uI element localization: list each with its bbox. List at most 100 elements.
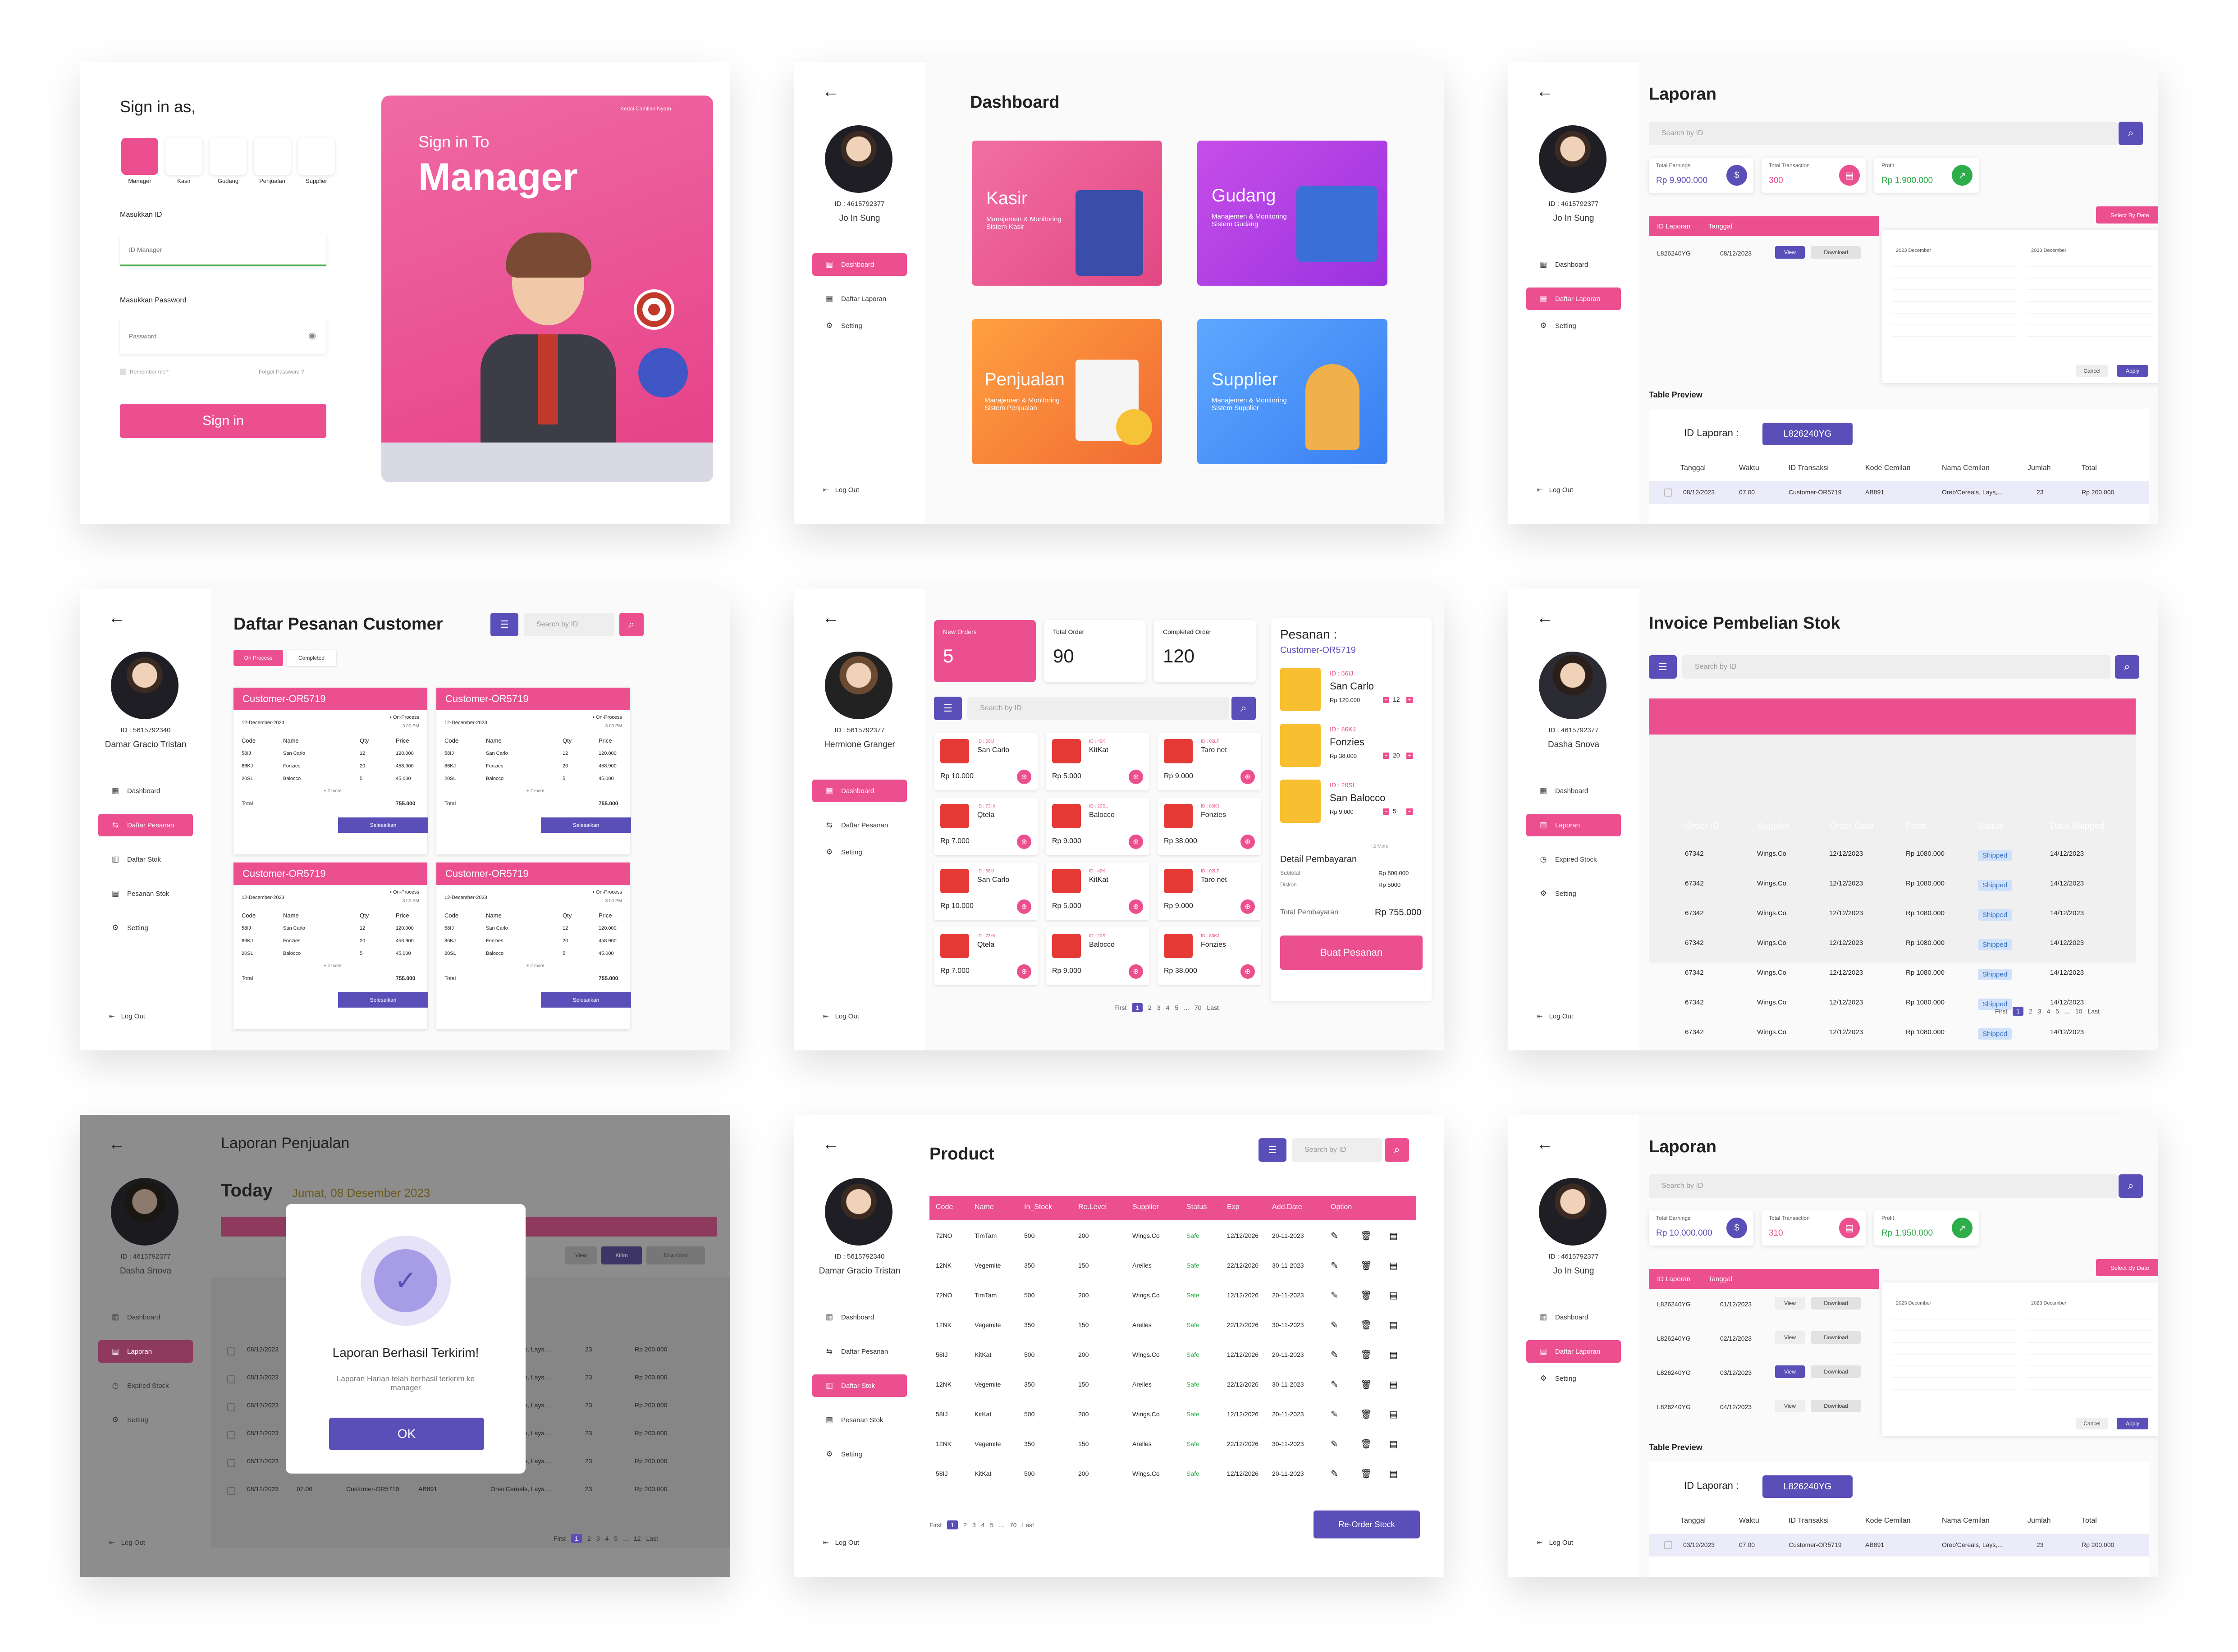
download-button[interactable]: Download xyxy=(1811,1331,1861,1344)
logout-button[interactable]: ⇤ Log Out xyxy=(109,1538,145,1547)
sidebar-item-expired-stock[interactable]: ◷ Expired Stock xyxy=(1526,848,1621,871)
page-3[interactable]: 3 xyxy=(596,1535,600,1542)
table-row[interactable]: 03/12/2023 07.00 Customer-OR5719 AB891 O… xyxy=(1649,1534,2149,1556)
apply-button[interactable]: Apply xyxy=(2117,1418,2148,1429)
page-2[interactable]: 2 xyxy=(963,1521,967,1529)
cart-icon[interactable]: ⊕ xyxy=(1017,770,1031,784)
sidebar-item-daftar-stok[interactable]: ▥ Daftar Stok xyxy=(98,848,193,871)
page-5[interactable]: 5 xyxy=(1175,1004,1178,1011)
page-1[interactable]: 1 xyxy=(947,1520,958,1529)
trash-icon[interactable]: 🗑 xyxy=(1360,1290,1372,1301)
back-arrow-icon[interactable]: ← xyxy=(822,82,839,101)
sidebar-item-dashboard[interactable]: ▦ Dashboard xyxy=(98,1306,193,1328)
pagination[interactable]: First 1 2 3 4 5... 10 Last xyxy=(1995,1007,2100,1016)
page-last[interactable]: Last xyxy=(1207,1004,1218,1011)
cart-icon[interactable]: ⊕ xyxy=(1240,899,1255,914)
back-arrow-icon[interactable]: ← xyxy=(822,1135,839,1154)
search-icon[interactable]: ⌕ xyxy=(2115,655,2139,679)
document-icon[interactable]: ▤ xyxy=(1389,1409,1398,1420)
calendar-grid-left[interactable] xyxy=(1891,1315,2018,1401)
trash-icon[interactable]: 🗑 xyxy=(1360,1349,1372,1360)
sidebar-item-dashboard[interactable]: ▦ Dashboard xyxy=(1526,1306,1621,1328)
logout-button[interactable]: ⇤ Log Out xyxy=(1537,486,1573,494)
minus-icon[interactable]: − xyxy=(1383,697,1389,703)
page-1[interactable]: 1 xyxy=(2013,1007,2024,1016)
date-picker[interactable]: 2023 December 2023 December Cancel Apply xyxy=(1882,1282,2158,1436)
sidebar-item-setting[interactable]: ⚙ Setting xyxy=(98,917,193,939)
page-3[interactable]: 3 xyxy=(972,1521,976,1529)
page-12[interactable]: 12 xyxy=(634,1535,641,1542)
sidebar-item-dashboard[interactable]: ▦ Dashboard xyxy=(1526,780,1621,802)
document-icon[interactable]: ▤ xyxy=(1389,1468,1398,1479)
apply-button[interactable]: Apply xyxy=(2117,365,2148,377)
role-kasir[interactable]: Kasir xyxy=(164,138,204,184)
back-arrow-icon[interactable]: ← xyxy=(108,1135,125,1154)
product-card[interactable]: ID : 86KJ Fonzies Rp 38.000 ⊕ xyxy=(1158,927,1261,985)
row-checkbox[interactable] xyxy=(1664,488,1672,497)
sidebar-item-pesanan-stok[interactable]: ▤ Pesanan Stok xyxy=(98,882,193,905)
back-arrow-icon[interactable]: ← xyxy=(108,608,125,628)
search-icon[interactable]: ⌕ xyxy=(1231,697,1256,720)
plus-icon[interactable]: + xyxy=(1406,808,1413,815)
sidebar-item-dashboard[interactable]: ▦ Dashboard xyxy=(812,1306,907,1328)
sidebar-item-setting[interactable]: ⚙ Setting xyxy=(1526,1367,1621,1390)
row-checkbox[interactable] xyxy=(227,1487,235,1495)
view-button[interactable]: View xyxy=(565,1246,597,1264)
edit-icon[interactable]: ✎ xyxy=(1331,1260,1338,1271)
filter-icon[interactable]: ☰ xyxy=(1259,1138,1286,1162)
sidebar-item-daftar-laporan[interactable]: ▤ Daftar Laporan xyxy=(1526,288,1621,310)
search-input[interactable]: Search by ID xyxy=(967,697,1229,720)
page-first[interactable]: First xyxy=(1995,1008,2007,1015)
row-checkbox[interactable] xyxy=(227,1459,235,1467)
calendar-grid-left[interactable] xyxy=(1891,262,2018,348)
forgot-password-link[interactable]: Forgot Password ? xyxy=(259,369,304,375)
sidebar-item-setting[interactable]: ⚙ Setting xyxy=(98,1409,193,1431)
edit-icon[interactable]: ✎ xyxy=(1331,1379,1338,1390)
filter-icon[interactable]: ☰ xyxy=(934,697,962,720)
page-4[interactable]: 4 xyxy=(1166,1004,1170,1011)
sidebar-item-laporan[interactable]: ▤ Laporan xyxy=(1526,814,1621,836)
back-arrow-icon[interactable]: ← xyxy=(822,608,839,628)
minus-icon[interactable]: − xyxy=(1383,753,1389,759)
select-by-date-button[interactable]: Select By Date xyxy=(2096,206,2158,224)
document-icon[interactable]: ▤ xyxy=(1389,1319,1398,1331)
page-1[interactable]: 1 xyxy=(571,1534,582,1543)
edit-icon[interactable]: ✎ xyxy=(1331,1290,1338,1301)
page-1[interactable]: 1 xyxy=(1132,1003,1143,1012)
edit-icon[interactable]: ✎ xyxy=(1331,1319,1338,1331)
page-4[interactable]: 4 xyxy=(981,1521,985,1529)
password-input[interactable] xyxy=(120,318,326,354)
edit-icon[interactable]: ✎ xyxy=(1331,1409,1338,1420)
page-2[interactable]: 2 xyxy=(1148,1004,1152,1011)
plus-icon[interactable]: + xyxy=(1406,753,1413,759)
product-card[interactable]: ID : 49KI KitKat Rp 5.000 ⊕ xyxy=(1046,733,1149,790)
logout-button[interactable]: ⇤ Log Out xyxy=(823,486,859,494)
pagination[interactable]: First 1 2 3 4 5... 70 Last xyxy=(929,1520,1034,1529)
search-input[interactable]: Search by ID xyxy=(524,613,614,636)
ok-button[interactable]: OK xyxy=(329,1418,484,1450)
search-icon[interactable]: ⌕ xyxy=(619,613,644,636)
tab-on-process[interactable]: On Process xyxy=(233,650,283,666)
back-arrow-icon[interactable]: ← xyxy=(1536,1135,1553,1154)
page-first[interactable]: First xyxy=(1114,1004,1126,1011)
logout-button[interactable]: ⇤ Log Out xyxy=(109,1012,145,1021)
download-button[interactable]: Download xyxy=(1811,1297,1861,1310)
role-gudang[interactable]: Gudang xyxy=(208,138,248,184)
selesaikan-button[interactable]: Selesaikan xyxy=(338,992,428,1008)
edit-icon[interactable]: ✎ xyxy=(1331,1438,1338,1450)
sidebar-item-daftar-pesanan[interactable]: ⇆ Daftar Pesanan xyxy=(812,1340,907,1363)
role-supplier[interactable]: Supplier xyxy=(297,138,336,184)
document-icon[interactable]: ▤ xyxy=(1389,1260,1398,1271)
page-5[interactable]: 5 xyxy=(990,1521,993,1529)
trash-icon[interactable]: 🗑 xyxy=(1360,1230,1372,1241)
page-first[interactable]: First xyxy=(929,1521,942,1529)
buat-pesanan-button[interactable]: Buat Pesanan xyxy=(1280,936,1423,970)
edit-icon[interactable]: ✎ xyxy=(1331,1230,1338,1241)
sidebar-item-setting[interactable]: ⚙ Setting xyxy=(812,841,907,863)
minus-icon[interactable]: − xyxy=(1383,808,1389,815)
cart-icon[interactable]: ⊕ xyxy=(1017,964,1031,979)
select-by-date-button[interactable]: Select By Date xyxy=(2096,1259,2158,1276)
page-70[interactable]: 70 xyxy=(1010,1521,1017,1529)
cart-icon[interactable]: ⊕ xyxy=(1240,964,1255,979)
sidebar-item-dashboard[interactable]: ▦ Dashboard xyxy=(1526,253,1621,276)
